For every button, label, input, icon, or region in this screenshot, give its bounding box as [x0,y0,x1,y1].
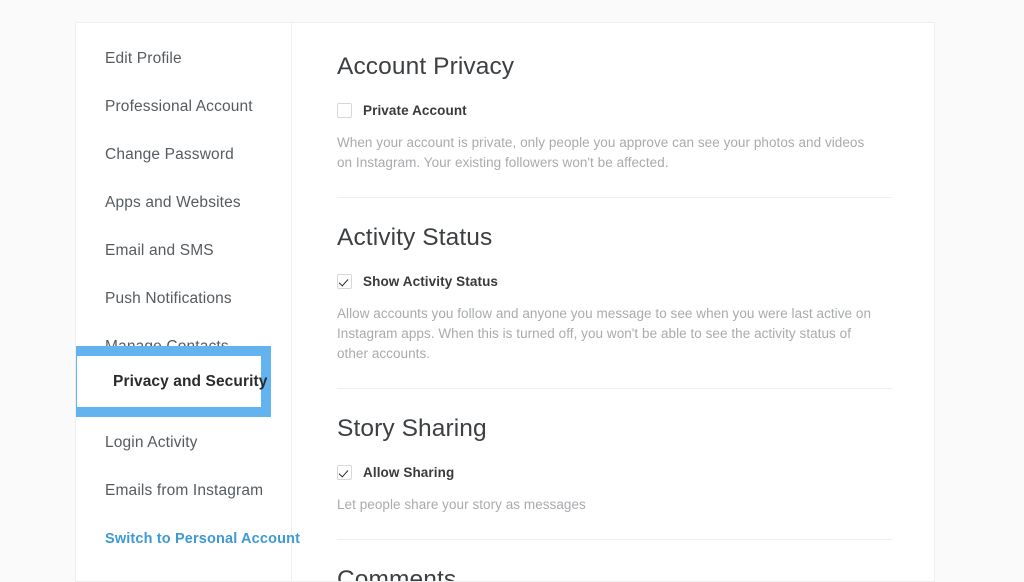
section-title: Story Sharing [337,415,487,442]
sidebar-item-change-password[interactable]: Change Password [76,131,291,179]
section-divider [337,197,892,198]
sidebar-item-label: Privacy and Security [105,386,261,403]
settings-sidebar: Edit Profile Professional Account Change… [76,23,300,581]
section-helper-text: Allow accounts you follow and anyone you… [337,306,872,361]
section-helper-text: Let people share your story as messages [337,497,586,512]
sidebar-item-push-notifications[interactable]: Push Notifications [76,275,291,323]
checkbox-label: Allow Sharing [363,465,455,480]
section-helper-text: When your account is private, only peopl… [337,135,865,170]
section-title: Comments [337,566,457,582]
checkbox-label: Private Account [363,103,467,118]
sidebar-item-edit-profile[interactable]: Edit Profile [76,35,291,83]
sidebar-item-emails-from-instagram[interactable]: Emails from Instagram [76,467,291,515]
section-divider [337,388,892,389]
sidebar-item-label: Professional Account [105,98,253,115]
section-comments: Comments [337,566,892,582]
sidebar-item-privacy-and-security[interactable]: Privacy and Security [76,371,291,419]
sidebar-item-manage-contacts[interactable]: Manage Contacts [76,323,291,371]
settings-card: Edit Profile Professional Account Change… [75,22,935,582]
sidebar-item-apps-and-websites[interactable]: Apps and Websites [76,179,291,227]
sidebar-item-switch-to-personal-account[interactable]: Switch to Personal Account [76,515,300,563]
section-story-sharing: Story Sharing Allow Sharing Let people s… [337,415,892,515]
section-account-privacy: Account Privacy Private Account When you… [337,53,892,173]
sidebar-item-label: Email and SMS [105,242,214,259]
sidebar-item-label: Edit Profile [105,50,182,67]
sidebar-item-label: Push Notifications [105,290,232,307]
sidebar-item-label: Switch to Personal Account [105,531,301,547]
sidebar-item-label: Change Password [105,146,234,163]
checkbox-checked-icon[interactable] [337,465,352,480]
section-activity-status: Activity Status Show Activity Status All… [337,224,892,364]
sidebar-item-email-and-sms[interactable]: Email and SMS [76,227,291,275]
sidebar-item-login-activity[interactable]: Login Activity [76,419,291,467]
private-account-checkbox-row[interactable]: Private Account [337,103,892,118]
sidebar-item-label: Emails from Instagram [105,482,264,499]
sidebar-item-label: Apps and Websites [105,194,241,211]
checkbox-unchecked-icon[interactable] [337,103,352,118]
section-title: Account Privacy [337,53,515,80]
section-divider [337,539,892,540]
settings-content: Account Privacy Private Account When you… [292,23,934,581]
sidebar-item-label: Login Activity [105,434,198,451]
sidebar-item-professional-account[interactable]: Professional Account [76,83,291,131]
show-activity-status-checkbox-row[interactable]: Show Activity Status [337,274,892,289]
checkbox-checked-icon[interactable] [337,274,352,289]
allow-sharing-checkbox-row[interactable]: Allow Sharing [337,465,892,480]
sidebar-item-label: Manage Contacts [105,338,229,355]
checkbox-label: Show Activity Status [363,274,499,289]
section-title: Activity Status [337,224,493,251]
